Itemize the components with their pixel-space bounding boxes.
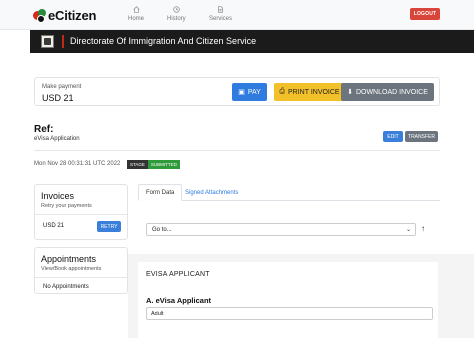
nav-services-label: Services <box>209 16 233 22</box>
form-section-title: EVISA APPLICANT <box>146 271 210 278</box>
applicant-field-input[interactable]: Adult <box>146 307 433 320</box>
print-invoice-button[interactable]: ⎙ PRINT INVOICE <box>274 83 345 101</box>
logo-text: eCitizen <box>48 8 97 23</box>
payment-label: Make payment <box>42 84 82 90</box>
pay-button[interactable]: ▣ PAY <box>232 83 267 101</box>
goto-select-value: Go to... <box>152 227 172 233</box>
submission-date: Mon Nov 28 00:31:31 UTC 2022 <box>34 161 121 167</box>
appointments-title: Appointments <box>41 254 97 264</box>
tab-form-data[interactable]: Form Data <box>138 184 183 201</box>
payment-card: Make payment USD 21 ▣ PAY ⎙ PRINT INVOIC… <box>34 77 440 106</box>
ref-title: Ref: <box>34 124 54 135</box>
department-banner: Directorate Of Immigration And Citizen S… <box>30 30 474 53</box>
download-icon: ⬇ <box>347 89 353 96</box>
logo-icon <box>33 8 47 23</box>
invoices-divider <box>35 214 127 215</box>
money-icon: ▣ <box>238 89 245 96</box>
stage-value: SUBMITTED <box>147 160 180 169</box>
section-divider <box>34 150 440 151</box>
nav-services[interactable]: Services <box>209 6 232 22</box>
nav-home-label: Home <box>128 16 145 22</box>
goto-select[interactable]: Go to... ⌄ <box>146 223 416 236</box>
applicant-field-label: A. eVisa Applicant <box>146 296 212 305</box>
nav-home[interactable]: Home <box>128 6 144 22</box>
no-appointments-text: No Appointments <box>43 284 89 290</box>
chevron-down-icon: ⌄ <box>405 227 411 233</box>
print-invoice-label: PRINT INVOICE <box>288 88 340 96</box>
stage-label: STAGE <box>127 160 148 169</box>
appointments-subtitle: View/Book appointments <box>41 266 102 272</box>
transfer-button[interactable]: TRANSFER <box>405 131 438 142</box>
stage-badge: STAGE SUBMITTED <box>127 160 180 169</box>
banner-separator <box>62 35 64 48</box>
invoices-title: Invoices <box>41 191 75 201</box>
coat-of-arms-icon <box>41 35 54 48</box>
invoices-subtitle: Retry your payments <box>41 203 92 209</box>
banner-title: Directorate Of Immigration And Citizen S… <box>70 36 257 46</box>
download-invoice-button[interactable]: ⬇ DOWNLOAD INVOICE <box>341 83 434 101</box>
detail-tabs: Form Data Signed Attachments <box>138 184 440 201</box>
appointments-divider <box>35 277 127 278</box>
retry-button[interactable]: RETRY <box>97 221 121 232</box>
appointments-card: Appointments View/Book appointments No A… <box>34 247 128 294</box>
ecitizen-logo[interactable]: eCitizen <box>33 8 96 23</box>
download-invoice-label: DOWNLOAD INVOICE <box>355 88 428 96</box>
nav-history[interactable]: History <box>167 6 186 22</box>
nav-history-label: History <box>167 16 186 22</box>
ref-subtitle: eVisa Application <box>34 136 80 142</box>
invoices-card: Invoices Retry your payments USD 21 RETR… <box>34 184 128 240</box>
services-icon <box>218 6 223 13</box>
top-navbar: eCitizen Home History Services LOGOUT <box>0 0 474 30</box>
logout-button[interactable]: LOGOUT <box>410 8 440 20</box>
pay-button-label: PAY <box>247 88 261 96</box>
history-icon <box>173 6 180 13</box>
printer-icon: ⎙ <box>279 88 285 95</box>
tab-signed-attachments[interactable]: Signed Attachments <box>178 184 245 201</box>
home-icon <box>132 6 140 13</box>
edit-button[interactable]: EDIT <box>383 131 403 142</box>
arrow-up-icon[interactable]: ↑ <box>421 224 425 233</box>
invoice-amount: USD 21 <box>43 223 65 229</box>
payment-amount: USD 21 <box>42 93 74 103</box>
